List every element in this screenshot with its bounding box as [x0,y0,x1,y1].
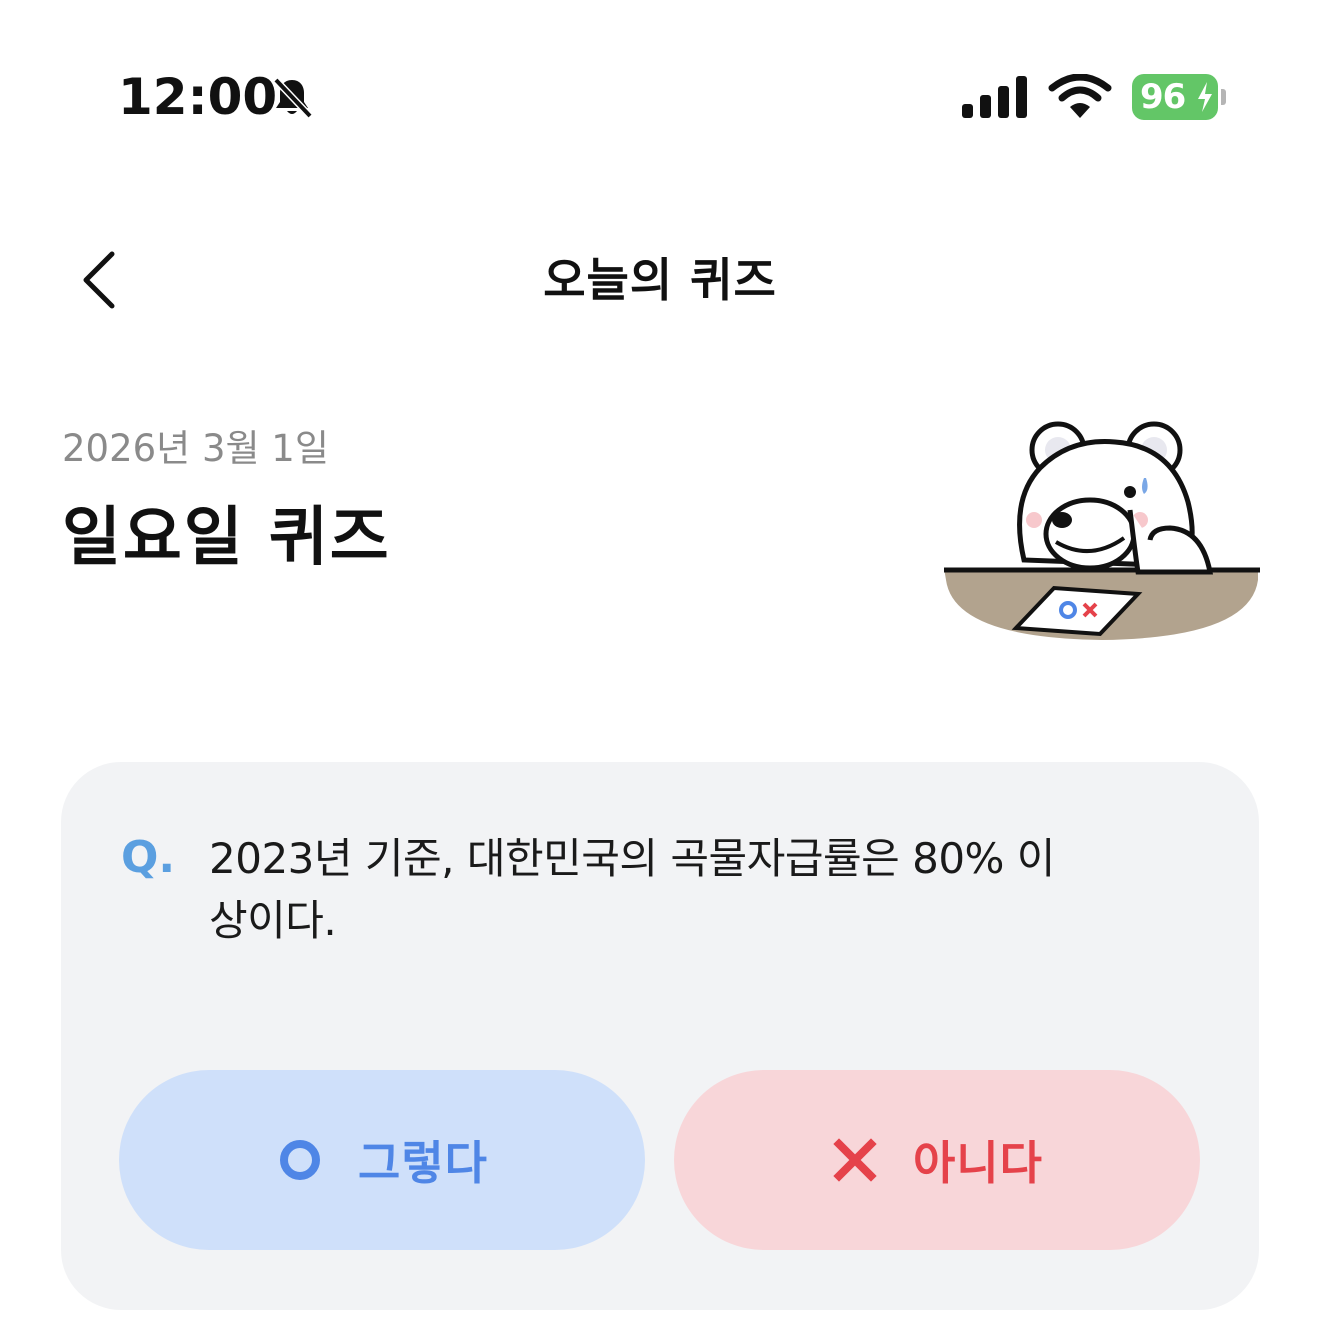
answer-no-label: 아니다 [913,1136,1043,1190]
quiz-screen: 12:00 96 오늘의 퀴즈 2026년 3월 1일 일요일 퀴즈 Q. 20… [0,0,1320,1331]
bolt-icon [1198,82,1212,112]
question-text: 2023년 기준, 대한민국의 곡물자급률은 80% 이상이다. [209,834,1055,945]
status-time: 12:00 [118,68,278,126]
circle-o-icon [280,1140,321,1180]
quiz-title: 일요일 퀴즈 [62,501,391,575]
cellular-signal-icon [962,76,1027,118]
battery-charging-icon: 96 [1132,74,1226,120]
page-title: 오늘의 퀴즈 [543,253,777,307]
polar-bear-mascot [944,421,1260,640]
quiz-card: Q. 2023년 기준, 대한민국의 곡물자급률은 80% 이상이다. 그렇다 … [61,762,1259,1310]
status-bar: 12:00 96 [0,0,1320,190]
quiz-date: 2026년 3월 1일 [62,427,329,470]
bell-slash-icon [273,77,313,119]
answer-yes-label: 그렇다 [358,1136,488,1190]
answer-no-button[interactable]: 아니다 [674,1070,1200,1250]
answer-yes-button[interactable]: 그렇다 [119,1070,645,1250]
battery-nub [1221,89,1226,105]
x-mark-icon [833,1138,877,1182]
nav-bar: 오늘의 퀴즈 [0,230,1320,320]
wifi-icon [1048,74,1112,118]
question-prefix: Q. [121,832,176,883]
